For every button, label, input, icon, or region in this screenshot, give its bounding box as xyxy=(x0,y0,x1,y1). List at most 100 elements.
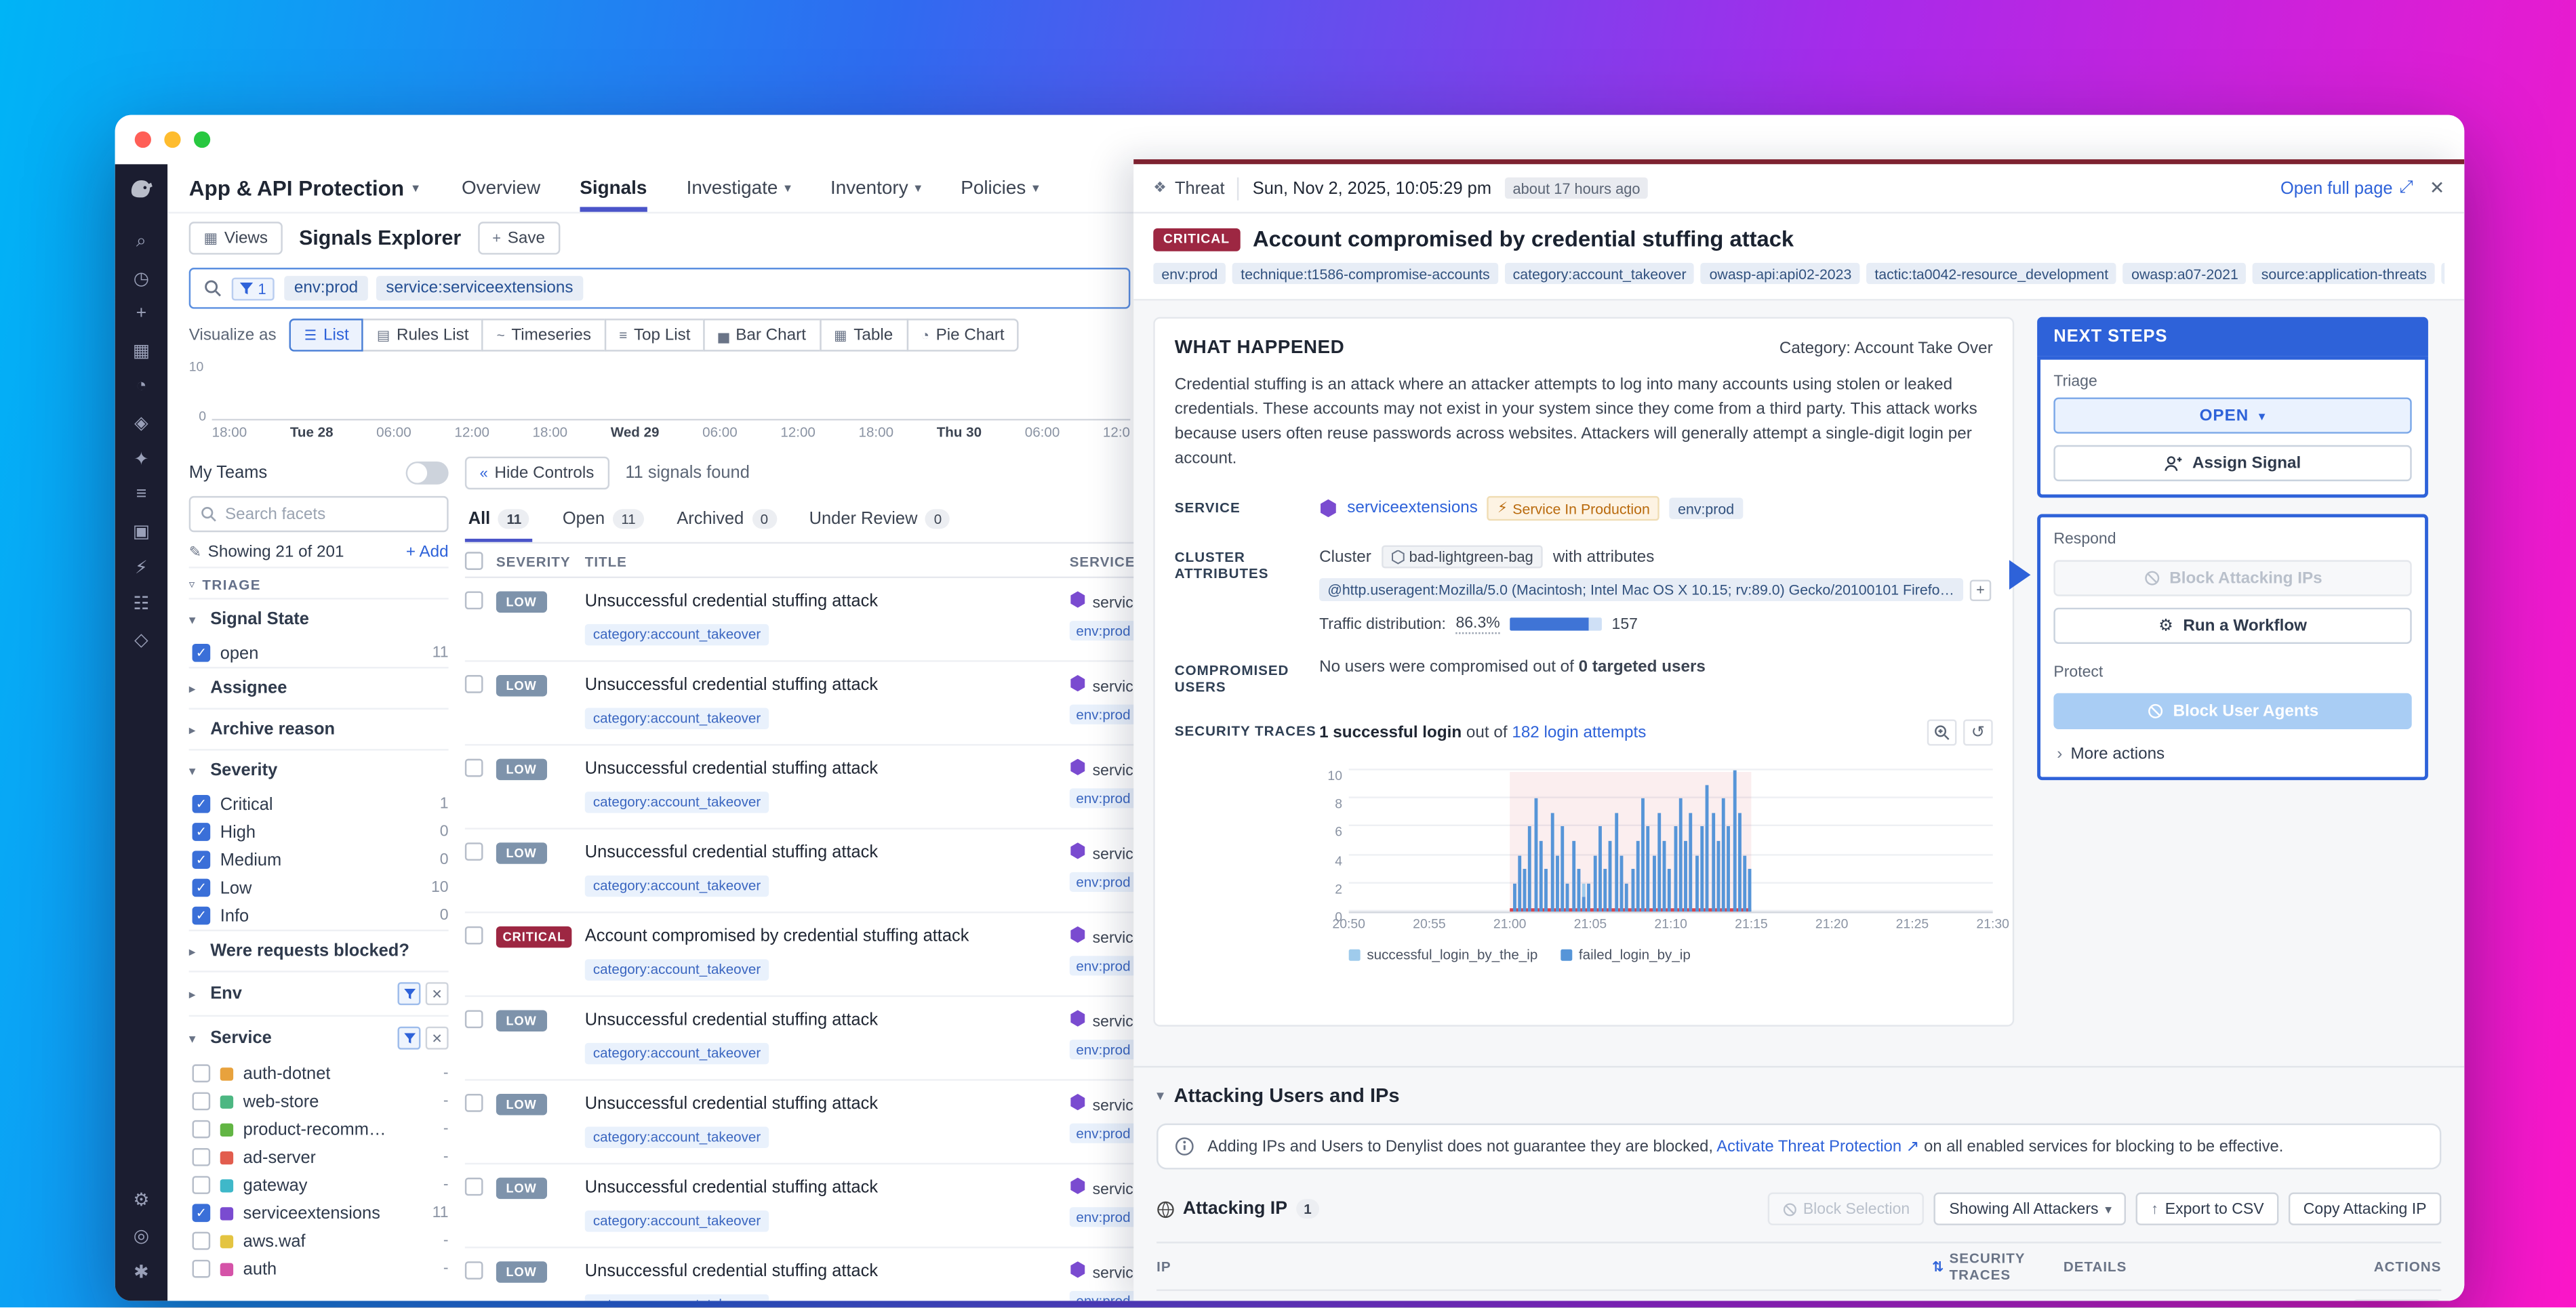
panel-scroll-area[interactable]: WHAT HAPPENED Category: Account Take Ove… xyxy=(1133,301,2464,1301)
checkbox[interactable] xyxy=(193,1092,211,1111)
signal-tag[interactable]: owasp-api:api02-2023 xyxy=(1701,263,1859,285)
add-attribute-button[interactable]: + xyxy=(1970,579,1992,600)
search-query-bar[interactable]: 1 env:prodservice:serviceextensions xyxy=(189,268,1131,309)
save-view-button[interactable]: + Save xyxy=(477,222,559,254)
signal-row-category-tag[interactable]: category:account_takeover xyxy=(585,1294,769,1301)
env-tag[interactable]: env:prod xyxy=(1070,1291,1138,1301)
visualize-rules-list[interactable]: ▤Rules List xyxy=(362,319,483,351)
signal-tag[interactable]: n… xyxy=(2442,263,2444,285)
activate-threat-protection-link[interactable]: Activate Threat Protection ↗ xyxy=(1716,1137,1919,1156)
filter-count-chip[interactable]: 1 xyxy=(232,277,275,300)
service-link[interactable]: serviceextensions xyxy=(1347,499,1478,518)
rail-rum-icon[interactable]: ▣ xyxy=(123,514,159,547)
signals-timeline-chart[interactable]: 10 0 18:00Tue 2806:0012:0018:00Wed 2906:… xyxy=(189,365,1131,440)
add-facet-button[interactable]: + Add xyxy=(406,544,449,562)
rail-labs-icon[interactable]: ✱ xyxy=(123,1255,159,1288)
traces-attempts-link[interactable]: 182 login attempts xyxy=(1512,724,1646,742)
checkbox[interactable] xyxy=(465,1261,483,1280)
facet-search-input[interactable] xyxy=(225,505,406,523)
my-teams-toggle[interactable] xyxy=(406,462,449,485)
checkbox[interactable] xyxy=(465,759,483,777)
facet-filter-icon[interactable] xyxy=(397,1027,420,1050)
datadog-logo[interactable] xyxy=(127,174,157,212)
checkbox[interactable] xyxy=(465,675,483,693)
env-tag[interactable]: env:prod xyxy=(1670,497,1742,519)
facet-value-row[interactable]: ✓Low10 xyxy=(189,874,449,901)
facet-value-row[interactable]: product-recommendation- xyxy=(189,1116,449,1143)
rail-integrations-icon[interactable]: ☷ xyxy=(123,586,159,619)
env-tag[interactable]: env:prod xyxy=(1070,788,1138,808)
checkbox[interactable] xyxy=(465,1010,483,1028)
signal-row[interactable]: CRITICALAccount compromised by credentia… xyxy=(465,913,1171,997)
checkbox[interactable]: ✓ xyxy=(193,823,211,841)
cluster-name-chip[interactable]: bad-lightgreen-bag xyxy=(1381,546,1543,569)
facet-value-row[interactable]: auth-dotnet- xyxy=(189,1059,449,1087)
signal-row-category-tag[interactable]: category:account_takeover xyxy=(585,624,769,645)
facet-value-row[interactable]: ✓Medium0 xyxy=(189,846,449,874)
product-switcher[interactable]: App & API Protection ▾ xyxy=(189,176,419,200)
more-actions-link[interactable]: › More actions xyxy=(2053,745,2411,764)
facet-env-header[interactable]: ▸ Env ✕ xyxy=(189,973,449,1015)
checkbox[interactable] xyxy=(193,1260,211,1278)
tab-signals[interactable]: Signals xyxy=(580,164,647,211)
facet-value-row[interactable]: ✓Info0 xyxy=(189,902,449,930)
facet-value-row[interactable]: ✓Critical1 xyxy=(189,790,449,818)
visualize-timeseries[interactable]: ~Timeseries xyxy=(482,319,606,351)
chart-legend-item[interactable]: successful_login_by_the_ip xyxy=(1349,946,1538,962)
facet-filter-icon[interactable] xyxy=(397,982,420,1005)
checkbox[interactable] xyxy=(193,1176,211,1194)
signal-row-category-tag[interactable]: category:account_takeover xyxy=(585,1126,769,1147)
signal-row[interactable]: LOWUnsuccessful credential stuffing atta… xyxy=(465,1164,1171,1248)
facet-blocked-header[interactable]: ▸ Were requests blocked? xyxy=(189,931,449,970)
sort-icon[interactable]: ⇅ xyxy=(1932,1257,1944,1275)
visualize-list[interactable]: ☰List xyxy=(289,319,364,351)
attacking-ip-row[interactable]: 165.227.8.8⊙182No blocking data.Block xyxy=(1156,1291,2441,1301)
run-workflow-button[interactable]: ⚙ Run a Workflow xyxy=(2053,608,2411,644)
zoom-chart-icon[interactable] xyxy=(1927,719,1957,745)
checkbox[interactable] xyxy=(465,842,483,861)
visualize-table[interactable]: ▦Table xyxy=(819,319,908,351)
env-tag[interactable]: env:prod xyxy=(1070,705,1138,724)
facet-signal-state-header[interactable]: ▾ Signal State xyxy=(189,600,449,639)
signal-row-category-tag[interactable]: category:account_takeover xyxy=(585,1042,769,1064)
facet-clear-icon[interactable]: ✕ xyxy=(426,982,449,1005)
checkbox[interactable] xyxy=(193,1148,211,1166)
facet-value-row[interactable]: ✓open11 xyxy=(189,639,449,667)
block-ip-button[interactable]: Block xyxy=(2352,1299,2441,1301)
rail-settings-icon[interactable]: ⚙ xyxy=(123,1183,159,1215)
signal-row[interactable]: LOWUnsuccessful credential stuffing atta… xyxy=(465,997,1171,1081)
rail-add-icon[interactable]: + xyxy=(123,298,159,330)
rail-watchdog-icon[interactable]: ◔ xyxy=(123,369,159,402)
assign-signal-button[interactable]: Assign Signal xyxy=(2053,445,2411,481)
reset-zoom-icon[interactable]: ↺ xyxy=(1963,719,1993,745)
rail-security-icon[interactable]: ⚡ xyxy=(123,550,159,583)
signal-tag[interactable]: env:prod xyxy=(1153,263,1226,285)
rail-workflows-icon[interactable]: ◇ xyxy=(123,623,159,655)
checkbox[interactable]: ✓ xyxy=(193,644,211,662)
tab-inventory[interactable]: Inventory▾ xyxy=(830,164,921,211)
close-panel-icon[interactable]: ✕ xyxy=(2430,178,2444,199)
attacking-users-header[interactable]: ▾ Attacking Users and IPs xyxy=(1156,1084,2441,1107)
block-selection-button[interactable]: Block Selection xyxy=(1767,1192,1925,1225)
chart-legend-item[interactable]: failed_login_by_ip xyxy=(1561,946,1691,962)
env-tag[interactable]: env:prod xyxy=(1070,1040,1138,1059)
signal-row[interactable]: LOWUnsuccessful credential stuffing atta… xyxy=(465,745,1171,830)
showing-attackers-dropdown[interactable]: Showing All Attackers ▾ xyxy=(1935,1192,2127,1225)
rail-dashboards-icon[interactable]: ▦ xyxy=(123,333,159,366)
visualize-bar-chart[interactable]: ▅Bar Chart xyxy=(704,319,821,351)
checkbox[interactable] xyxy=(465,591,483,609)
signal-row-category-tag[interactable]: category:account_takeover xyxy=(585,1210,769,1231)
checkbox[interactable] xyxy=(193,1120,211,1139)
signal-row[interactable]: LOWUnsuccessful credential stuffing atta… xyxy=(465,830,1171,914)
facet-group-triage[interactable]: ▿ TRIAGE xyxy=(189,567,449,598)
useragent-tag[interactable]: @http.useragent:Mozilla/5.0 (Macintosh; … xyxy=(1319,578,1963,601)
views-button[interactable]: ▦ Views xyxy=(189,222,283,254)
tab-policies[interactable]: Policies▾ xyxy=(961,164,1039,211)
signal-row[interactable]: LOWUnsuccessful credential stuffing atta… xyxy=(465,1248,1171,1301)
facet-value-row[interactable]: ✓High0 xyxy=(189,818,449,846)
tab-investigate[interactable]: Investigate▾ xyxy=(687,164,791,211)
rail-help-icon[interactable]: ◎ xyxy=(123,1219,159,1251)
facet-value-row[interactable]: web-store- xyxy=(189,1087,449,1115)
checkbox[interactable]: ✓ xyxy=(193,907,211,925)
facet-value-row[interactable]: gateway- xyxy=(189,1171,449,1199)
